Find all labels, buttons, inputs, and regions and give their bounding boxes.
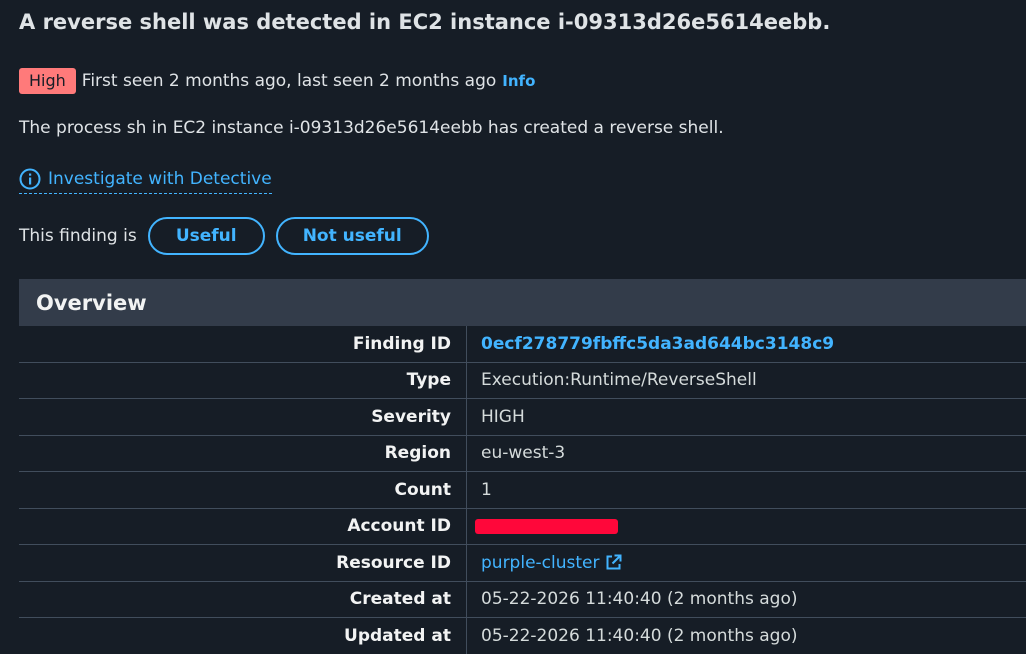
row-label: Count bbox=[19, 472, 467, 508]
redacted-account-id bbox=[475, 518, 618, 534]
finding-title: A reverse shell was detected in EC2 inst… bbox=[19, 10, 831, 34]
not-useful-button[interactable]: Not useful bbox=[275, 217, 429, 255]
overview-row-region: Region eu-west-3 bbox=[19, 435, 1026, 472]
useful-button[interactable]: Useful bbox=[147, 217, 265, 255]
row-value: Execution:Runtime/ReverseShell bbox=[481, 370, 757, 391]
row-label: Type bbox=[19, 362, 467, 398]
resource-id-link[interactable]: purple-cluster bbox=[481, 553, 622, 573]
row-value: HIGH bbox=[481, 406, 525, 427]
finding-description: The process sh in EC2 instance i-09313d2… bbox=[19, 118, 724, 138]
row-label: Region bbox=[19, 435, 467, 471]
row-label: Resource ID bbox=[19, 545, 467, 581]
overview-row-resource-id: Resource ID purple-cluster bbox=[19, 545, 1026, 582]
investigate-with-detective-link[interactable]: Investigate with Detective bbox=[19, 166, 272, 194]
row-label: Account ID bbox=[19, 508, 467, 544]
overview-row-account-id: Account ID bbox=[19, 508, 1026, 545]
row-value: 05-22-2026 11:40:40 (2 months ago) bbox=[481, 589, 798, 610]
finding-details-page: A reverse shell was detected in EC2 inst… bbox=[0, 0, 1026, 654]
finding-id-link[interactable]: 0ecf278779fbffc5da3ad644bc3148c9 bbox=[481, 334, 834, 354]
row-value: 05-22-2026 11:40:40 (2 months ago) bbox=[481, 626, 798, 647]
row-label: Finding ID bbox=[19, 326, 467, 362]
row-label: Severity bbox=[19, 399, 467, 435]
feedback-row: This finding is Useful Not useful bbox=[19, 216, 440, 256]
overview-title: Overview bbox=[36, 290, 147, 315]
overview-panel: Overview Finding ID 0ecf278779fbffc5da3a… bbox=[19, 279, 1026, 654]
row-value: 1 bbox=[481, 479, 492, 500]
resource-id-label: purple-cluster bbox=[481, 552, 600, 573]
severity-badge: High bbox=[19, 67, 76, 94]
row-value: eu-west-3 bbox=[481, 443, 566, 464]
overview-row-finding-id: Finding ID 0ecf278779fbffc5da3ad644bc314… bbox=[19, 326, 1026, 363]
overview-row-updated-at: Updated at 05-22-2026 11:40:40 (2 months… bbox=[19, 618, 1026, 654]
row-label: Created at bbox=[19, 581, 467, 617]
investigate-link-label: Investigate with Detective bbox=[48, 169, 272, 189]
row-label: Updated at bbox=[19, 618, 467, 654]
info-circle-icon bbox=[19, 168, 41, 190]
seen-text: First seen 2 months ago, last seen 2 mon… bbox=[81, 70, 497, 91]
overview-row-severity: Severity HIGH bbox=[19, 399, 1026, 436]
overview-row-type: Type Execution:Runtime/ReverseShell bbox=[19, 362, 1026, 399]
seen-row: High First seen 2 months ago, last seen … bbox=[19, 67, 535, 94]
info-link[interactable]: Info bbox=[502, 72, 535, 90]
overview-row-created-at: Created at 05-22-2026 11:40:40 (2 months… bbox=[19, 581, 1026, 618]
feedback-label: This finding is bbox=[19, 226, 137, 246]
external-link-icon bbox=[606, 554, 622, 570]
overview-row-count: Count 1 bbox=[19, 472, 1026, 509]
overview-header: Overview bbox=[19, 279, 1026, 326]
